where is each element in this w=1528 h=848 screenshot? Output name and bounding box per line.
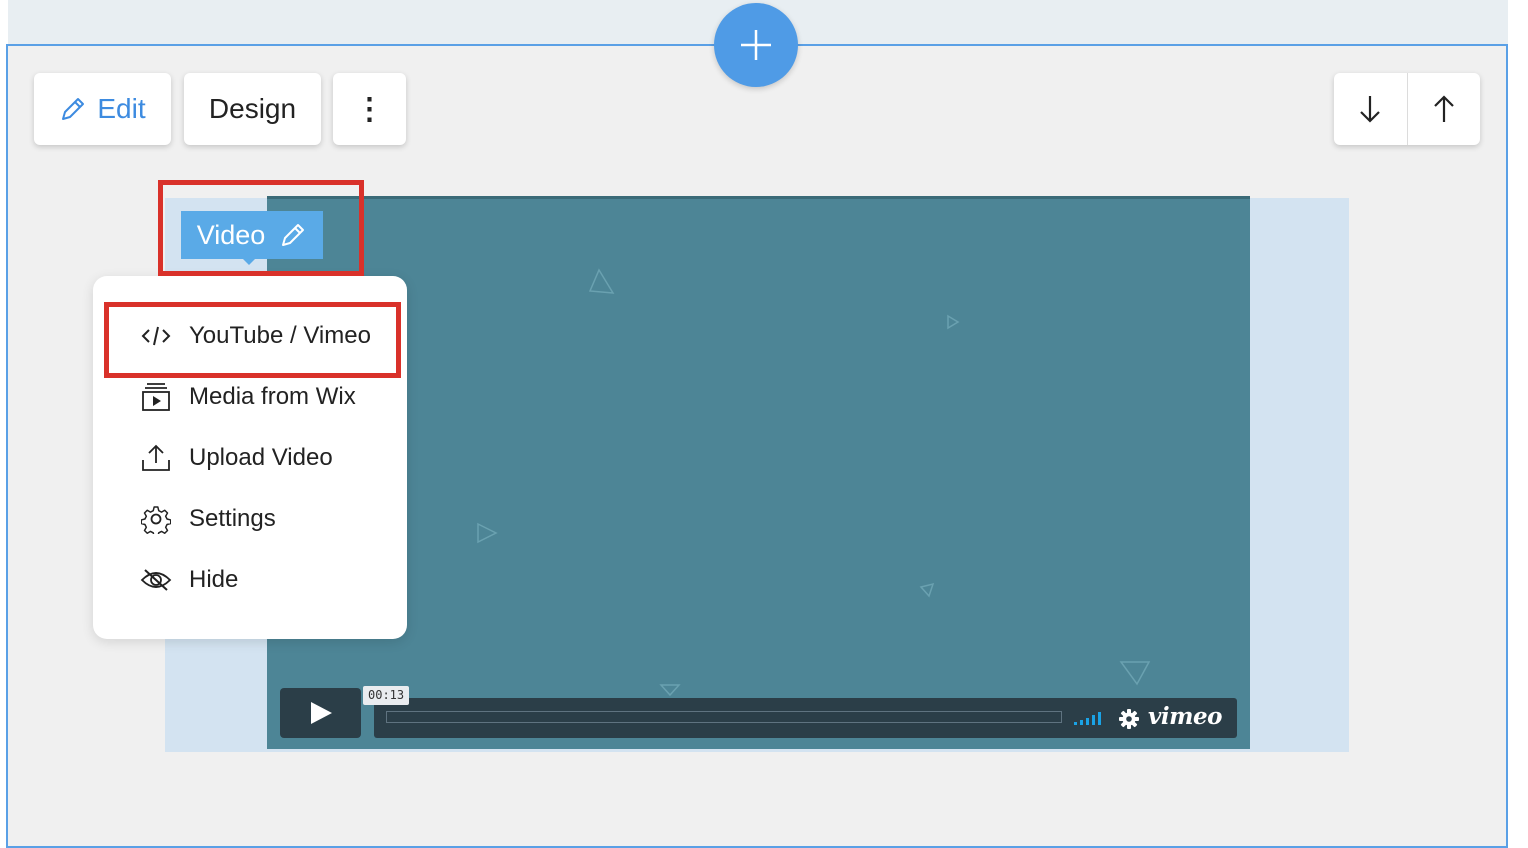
decorative-triangle-icon <box>659 684 681 697</box>
decorative-triangle-icon <box>947 314 960 330</box>
decorative-triangle-icon <box>1119 661 1151 686</box>
time-tooltip: 00:13 <box>363 686 410 705</box>
design-button[interactable]: Design <box>184 73 321 145</box>
add-section-button[interactable] <box>714 3 798 87</box>
volume-icon <box>1074 712 1101 725</box>
move-up-button[interactable] <box>1408 73 1481 145</box>
menu-item-label: Upload Video <box>189 444 333 471</box>
menu-item-upload-video[interactable]: Upload Video <box>93 434 407 482</box>
menu-item-youtube-vimeo[interactable]: YouTube / Vimeo <box>93 312 407 360</box>
arrow-down-icon <box>1360 96 1381 123</box>
more-options-icon: ⋮ <box>354 92 385 126</box>
design-label: Design <box>208 93 297 124</box>
arrow-up-icon <box>1433 95 1454 122</box>
edit-label: Edit <box>97 93 146 124</box>
pencil-icon <box>282 224 305 246</box>
video-tag-pointer <box>242 258 256 265</box>
upload-icon <box>142 444 170 471</box>
pencil-icon <box>62 98 85 120</box>
player-control-bar: vimeo <box>374 698 1237 738</box>
player-settings-gear-icon <box>1119 709 1139 729</box>
video-element-tag[interactable]: Video <box>181 211 323 259</box>
menu-item-label: Hide <box>189 566 239 593</box>
play-icon <box>310 702 332 724</box>
decorative-triangle-icon <box>588 268 615 294</box>
video-tag-label: Video <box>196 219 266 250</box>
code-icon <box>141 326 171 346</box>
gear-icon <box>141 506 171 534</box>
decorative-triangle-icon <box>919 582 935 598</box>
vimeo-logo: vimeo <box>1148 703 1222 730</box>
more-options-button[interactable]: ⋮ <box>333 73 406 145</box>
decorative-triangle-icon <box>477 522 498 544</box>
video-player[interactable]: vimeo 00:13 <box>267 196 1250 749</box>
menu-item-label: YouTube / Vimeo <box>189 322 371 349</box>
eye-off-icon <box>140 569 172 591</box>
menu-item-hide[interactable]: Hide <box>93 556 407 604</box>
move-down-button[interactable] <box>1334 73 1408 145</box>
progress-bar[interactable] <box>386 711 1062 723</box>
media-library-icon <box>142 383 170 411</box>
reorder-controls <box>1334 73 1480 145</box>
menu-item-settings[interactable]: Settings <box>93 495 407 543</box>
play-button[interactable] <box>280 688 361 738</box>
menu-item-media-from-wix[interactable]: Media from Wix <box>93 373 407 421</box>
edit-button[interactable]: Edit <box>34 73 171 145</box>
plus-icon <box>741 30 771 60</box>
menu-item-label: Media from Wix <box>189 383 356 410</box>
menu-item-label: Settings <box>189 505 276 532</box>
video-context-menu: YouTube / Vimeo Media from Wix Upload Vi… <box>93 276 407 639</box>
